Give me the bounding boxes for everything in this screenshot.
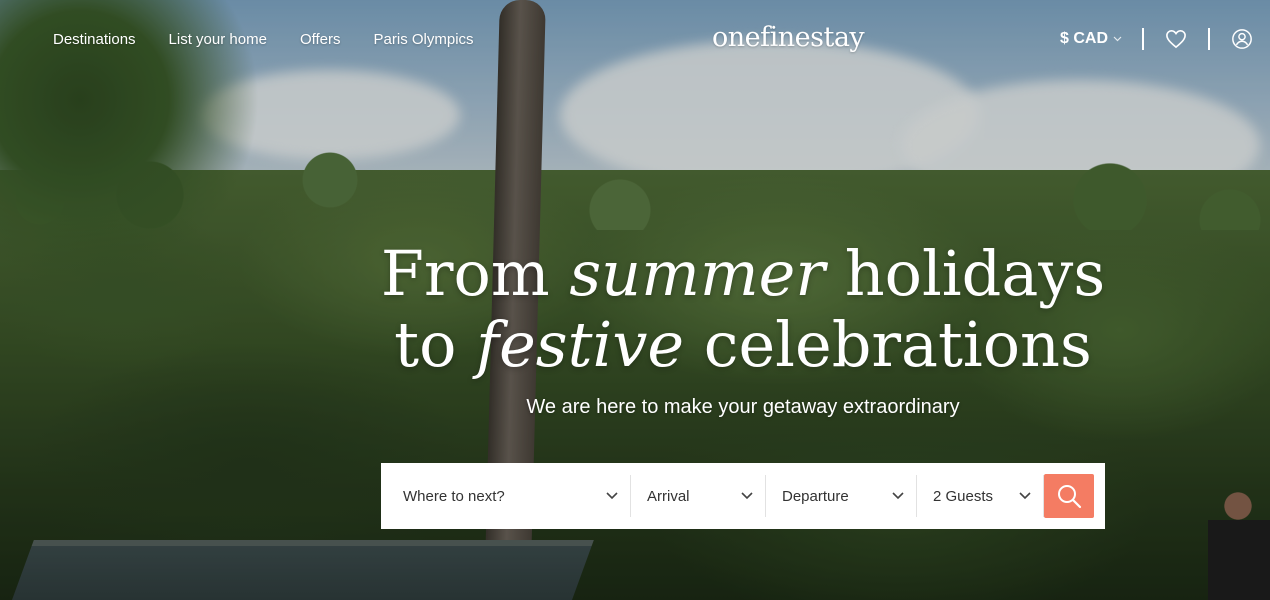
destination-select[interactable]: Where to next?	[381, 475, 631, 517]
hero-title-text: to	[394, 308, 477, 381]
hero-title-text: celebrations	[684, 308, 1092, 381]
hero-title-text: From	[380, 237, 570, 310]
departure-label: Departure	[782, 487, 849, 505]
hero-subtitle: We are here to make your getaway extraor…	[526, 396, 960, 418]
hero-title-emphasis: festive	[476, 308, 685, 381]
site-logo[interactable]: onefinestay	[712, 22, 865, 53]
hero-title-line2: to festive celebrations	[394, 308, 1092, 381]
search-icon	[1058, 485, 1082, 509]
heart-icon	[1166, 29, 1186, 49]
guests-select[interactable]: 2 Guests	[917, 475, 1044, 517]
nav-offers[interactable]: Offers	[300, 31, 341, 48]
chevron-down-icon	[1113, 36, 1122, 42]
chevron-down-icon	[741, 492, 753, 500]
account-button[interactable]	[1230, 27, 1254, 51]
wishlist-button[interactable]	[1164, 27, 1188, 51]
chevron-down-icon	[1019, 492, 1031, 500]
chevron-down-icon	[892, 492, 904, 500]
nav-destinations[interactable]: Destinations	[53, 31, 136, 48]
nav-paris-olympics[interactable]: Paris Olympics	[374, 31, 474, 48]
nav-list-your-home[interactable]: List your home	[169, 31, 267, 48]
destination-placeholder: Where to next?	[403, 487, 505, 505]
main-nav: Destinations List your home Offers Paris…	[53, 31, 507, 48]
hero-title-emphasis: summer	[569, 237, 826, 310]
hero-title-text: holidays	[825, 237, 1106, 310]
divider	[1208, 28, 1210, 50]
hero-title: From summer holidays to festive celebrat…	[0, 238, 1270, 380]
divider	[1142, 28, 1144, 50]
currency-selector[interactable]: $ CAD	[1060, 30, 1122, 48]
guests-label: 2 Guests	[933, 487, 994, 505]
chevron-down-icon	[606, 492, 618, 500]
hero-title-line1: From summer holidays	[381, 237, 1105, 310]
header-tools: $ CAD	[1060, 27, 1254, 51]
departure-date-picker[interactable]: Departure	[766, 475, 917, 517]
arrival-date-picker[interactable]: Arrival	[631, 475, 766, 517]
search-bar: Where to next? Arrival Departure 2 Guest…	[381, 463, 1105, 529]
user-icon	[1232, 29, 1252, 49]
search-button[interactable]	[1044, 474, 1094, 518]
site-header: Destinations List your home Offers Paris…	[0, 0, 1270, 80]
arrival-label: Arrival	[647, 487, 690, 505]
currency-label: $ CAD	[1059, 30, 1108, 47]
